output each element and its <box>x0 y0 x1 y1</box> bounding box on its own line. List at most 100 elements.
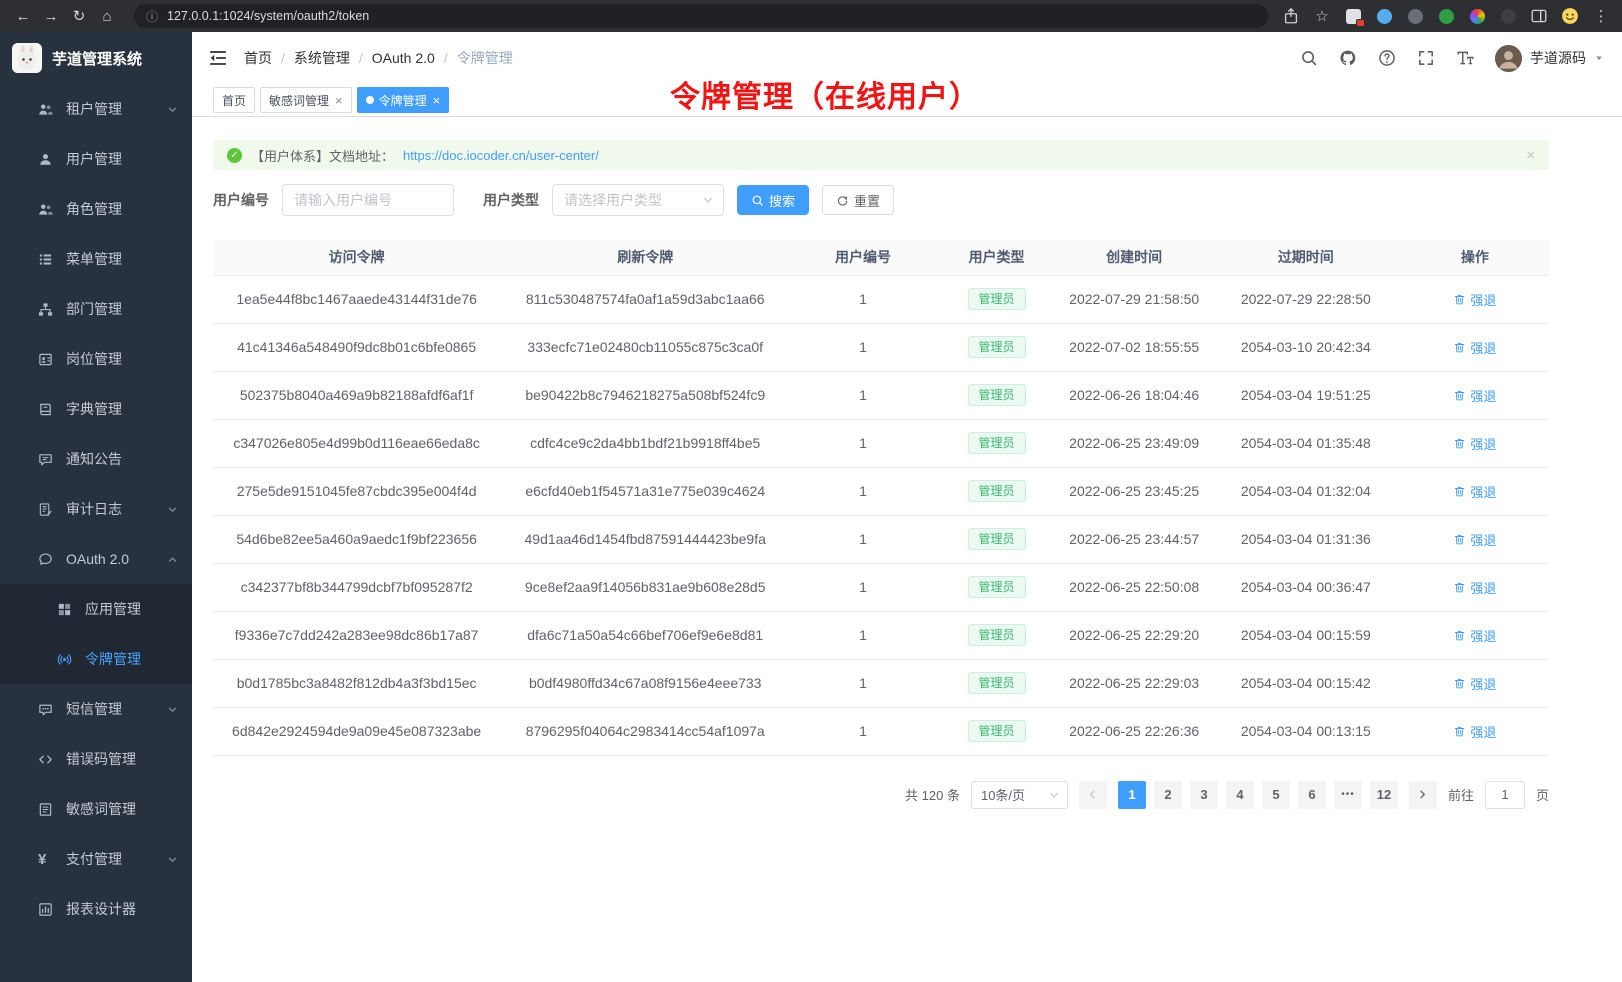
tab-2[interactable]: 令牌管理× <box>357 87 450 113</box>
force-logout-button[interactable]: 强退 <box>1453 722 1496 741</box>
sidebar-item-10[interactable]: 应用管理 <box>0 584 192 634</box>
breadcrumb-separator: / <box>359 50 363 66</box>
sidebar-item-13[interactable]: 错误码管理 <box>0 734 192 784</box>
breadcrumb-item-2[interactable]: OAuth 2.0 <box>372 50 435 66</box>
fullscreen-icon[interactable] <box>1417 49 1435 67</box>
trash-icon <box>1453 437 1466 450</box>
force-logout-button[interactable]: 强退 <box>1453 338 1496 357</box>
github-icon[interactable] <box>1339 49 1357 67</box>
sidebar-item-12[interactable]: 短信管理 <box>0 684 192 734</box>
user-menu[interactable]: 芋道源码 <box>1495 45 1604 72</box>
page-button-3[interactable]: 3 <box>1190 781 1218 809</box>
pager-ellipsis[interactable]: ••• <box>1334 781 1362 809</box>
cell-expire-time: 2054-03-04 00:36:47 <box>1211 563 1401 611</box>
reset-button[interactable]: 重置 <box>822 185 894 215</box>
force-logout-button[interactable]: 强退 <box>1453 482 1496 501</box>
page-button-1[interactable]: 1 <box>1118 781 1146 809</box>
force-logout-button[interactable]: 强退 <box>1453 674 1496 693</box>
sidebar-item-8[interactable]: 审计日志 <box>0 484 192 534</box>
gray-extension-icon[interactable] <box>1406 7 1424 25</box>
force-logout-button[interactable]: 强退 <box>1453 626 1496 645</box>
tab-0[interactable]: 首页 <box>213 87 255 113</box>
sidebar-item-5[interactable]: 岗位管理 <box>0 334 192 384</box>
reload-icon[interactable]: ↻ <box>66 4 92 28</box>
sidebar-item-11[interactable]: 令牌管理 <box>0 634 192 684</box>
site-info-icon[interactable]: ⓘ <box>146 8 158 25</box>
cell-refresh-token: 811c530487574fa0af1a59d3abc1aa66 <box>500 275 790 323</box>
sidebar-fold-icon[interactable] <box>208 48 228 68</box>
sidebar-item-14[interactable]: 敏感词管理 <box>0 784 192 834</box>
cell-user-no: 1 <box>790 323 936 371</box>
grid-extension-icon[interactable] <box>1344 7 1362 25</box>
menu-icon <box>38 252 53 267</box>
cell-user-type: 管理员 <box>936 515 1058 563</box>
user-type-badge: 管理员 <box>968 480 1026 502</box>
more-menu-icon[interactable]: ⋮ <box>1592 7 1610 25</box>
page-button-12[interactable]: 12 <box>1370 781 1398 809</box>
pager-prev-button[interactable] <box>1079 781 1107 809</box>
cell-create-time: 2022-06-25 22:29:20 <box>1057 611 1211 659</box>
alert-doc-link[interactable]: https://doc.iocoder.cn/user-center/ <box>403 148 599 163</box>
force-logout-label: 强退 <box>1470 626 1496 645</box>
force-logout-button[interactable]: 强退 <box>1453 434 1496 453</box>
star-icon[interactable]: ☆ <box>1313 7 1331 25</box>
goto-page-input[interactable] <box>1485 781 1525 809</box>
dark-extension-icon[interactable] <box>1499 7 1517 25</box>
close-icon[interactable]: × <box>433 94 441 107</box>
sidebar-item-6[interactable]: 字典管理 <box>0 384 192 434</box>
close-icon[interactable]: × <box>335 94 343 107</box>
forward-icon[interactable]: → <box>38 4 64 28</box>
user-type-label: 用户类型 <box>483 190 539 210</box>
share-icon[interactable] <box>1282 7 1300 25</box>
cell-create-time: 2022-07-02 18:55:55 <box>1057 323 1211 371</box>
sidebar-item-1[interactable]: 用户管理 <box>0 134 192 184</box>
sidebar-item-3[interactable]: 菜单管理 <box>0 234 192 284</box>
rainbow-extension-icon[interactable] <box>1468 7 1486 25</box>
green-extension-icon[interactable] <box>1437 7 1455 25</box>
cell-expire-time: 2054-03-10 20:42:34 <box>1211 323 1401 371</box>
page-button-5[interactable]: 5 <box>1262 781 1290 809</box>
back-icon[interactable]: ← <box>10 4 36 28</box>
sidebar-item-7[interactable]: 通知公告 <box>0 434 192 484</box>
force-logout-button[interactable]: 强退 <box>1453 290 1496 309</box>
search-icon[interactable] <box>1300 49 1318 67</box>
pager-next-button[interactable] <box>1409 781 1437 809</box>
sidebar-item-4[interactable]: 部门管理 <box>0 284 192 334</box>
sidebar-item-0[interactable]: 租户管理 <box>0 84 192 134</box>
chevron-right-icon <box>1417 789 1428 800</box>
breadcrumb-item-0[interactable]: 首页 <box>244 48 272 68</box>
sidebar-item-9[interactable]: OAuth 2.0 <box>0 534 192 584</box>
page-button-6[interactable]: 6 <box>1298 781 1326 809</box>
user-no-input[interactable] <box>282 184 454 216</box>
force-logout-button[interactable]: 强退 <box>1453 578 1496 597</box>
font-size-icon[interactable] <box>1456 49 1474 67</box>
split-view-icon[interactable] <box>1530 7 1548 25</box>
app-logo: 芋道管理系统 <box>0 32 192 84</box>
blue-extension-icon[interactable] <box>1375 7 1393 25</box>
page-button-2[interactable]: 2 <box>1154 781 1182 809</box>
cell-access-token: 1ea5e44f8bc1467aaede43144f31de76 <box>213 275 500 323</box>
page-size-value: 10条/页 <box>981 785 1025 804</box>
cell-access-token: f9336e7c7dd242a283ee98dc86b17a87 <box>213 611 500 659</box>
profile-smiley-icon[interactable] <box>1561 7 1579 25</box>
trash-icon <box>1453 629 1466 642</box>
address-bar[interactable]: ⓘ 127.0.0.1:1024/system/oauth2/token <box>134 4 1268 28</box>
force-logout-button[interactable]: 强退 <box>1453 386 1496 405</box>
word-icon <box>38 802 53 817</box>
home-icon[interactable]: ⌂ <box>94 4 120 28</box>
breadcrumb-item-1[interactable]: 系统管理 <box>294 48 350 68</box>
tab-1[interactable]: 敏感词管理× <box>260 87 352 113</box>
trash-icon <box>1453 677 1466 690</box>
question-icon[interactable] <box>1378 49 1396 67</box>
app-title: 芋道管理系统 <box>52 48 142 69</box>
page-button-4[interactable]: 4 <box>1226 781 1254 809</box>
sidebar-item-15[interactable]: ¥支付管理 <box>0 834 192 884</box>
sidebar-item-16[interactable]: 报表设计器 <box>0 884 192 934</box>
cell-user-type: 管理员 <box>936 707 1058 755</box>
user-type-select[interactable]: 请选择用户类型 <box>552 184 724 216</box>
force-logout-button[interactable]: 强退 <box>1453 530 1496 549</box>
sidebar-item-2[interactable]: 角色管理 <box>0 184 192 234</box>
alert-close-icon[interactable]: × <box>1526 148 1535 163</box>
search-button[interactable]: 搜索 <box>737 185 809 215</box>
page-size-select[interactable]: 10条/页 <box>971 781 1068 809</box>
